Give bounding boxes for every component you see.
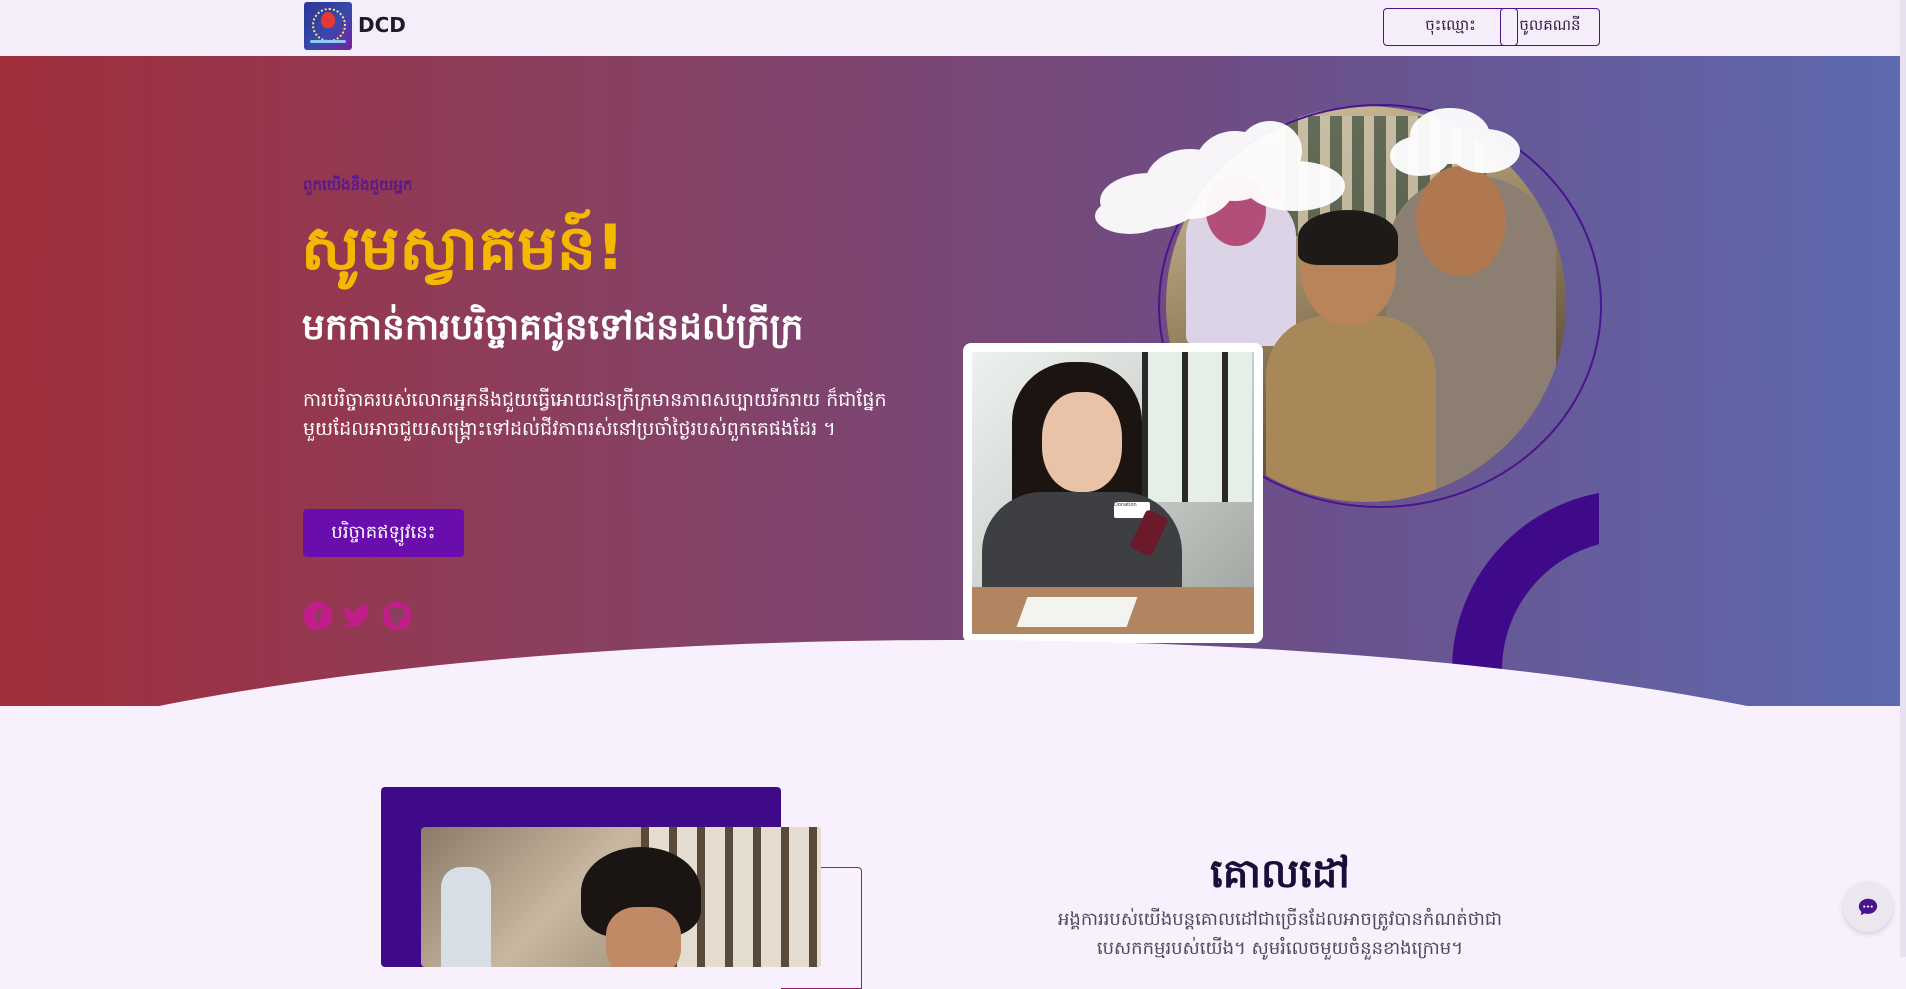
volunteer-photo: Donation: [972, 352, 1254, 634]
top-navbar: DCD ចុះឈ្មោះ ចូលគណនី: [0, 0, 1906, 56]
twitter-icon[interactable]: [342, 601, 372, 631]
github-icon[interactable]: [382, 601, 412, 631]
hero-section: ពួកយើងនឹងជួយអ្នក សូមស្វាគមន៍! មកកាន់ការប…: [0, 56, 1906, 706]
volunteer-photo-notebook: [1016, 597, 1138, 627]
clouds-decoration: [1095, 108, 1520, 234]
hero-description: ការបរិច្ចាគរបស់លោកអ្នកនឹងជួយធ្វើអោយជនក្រ…: [303, 389, 887, 440]
goal-photo-background-person: [441, 867, 491, 967]
chat-bubble-icon: [1858, 898, 1878, 916]
deco-arc-container: [1452, 490, 1599, 690]
register-button[interactable]: ចុះឈ្មោះ: [1383, 8, 1518, 46]
goals-description: អង្គការរបស់យើងបន្តគោលដៅជាច្រើនដែលអាចត្រូ…: [1057, 909, 1503, 959]
hero-eyebrow: ពួកយើងនឹងជួយអ្នក: [303, 176, 413, 194]
logo-flame: [321, 12, 335, 28]
hero-bottom-curve: [0, 640, 1906, 706]
volunteer-photo-card: Donation: [963, 343, 1263, 643]
facebook-icon[interactable]: [303, 601, 333, 631]
brand-name[interactable]: DCD: [358, 13, 406, 37]
page-scrollbar[interactable]: [1900, 0, 1906, 957]
volunteer-photo-window: [1142, 352, 1252, 502]
goal-photo-face: [606, 907, 681, 967]
goal-photo: [421, 827, 821, 967]
donate-now-button[interactable]: បរិច្ចាគឥឡូវនេះ: [303, 509, 464, 557]
deco-arc: [1452, 490, 1599, 690]
hero-headline: សូមស្វាគមន៍!: [301, 211, 625, 284]
hero-subheadline: មកកាន់ការបរិច្ចាគជូនទៅជនដល់ក្រីក្រ: [302, 307, 804, 348]
login-button[interactable]: ចូលគណនី: [1500, 8, 1600, 46]
logo-subtext: [310, 40, 346, 43]
goals-title: គោលដៅ: [1210, 851, 1350, 897]
dcd-logo[interactable]: [304, 2, 352, 50]
volunteer-photo-face: [1042, 392, 1122, 492]
chat-button[interactable]: [1843, 882, 1893, 932]
